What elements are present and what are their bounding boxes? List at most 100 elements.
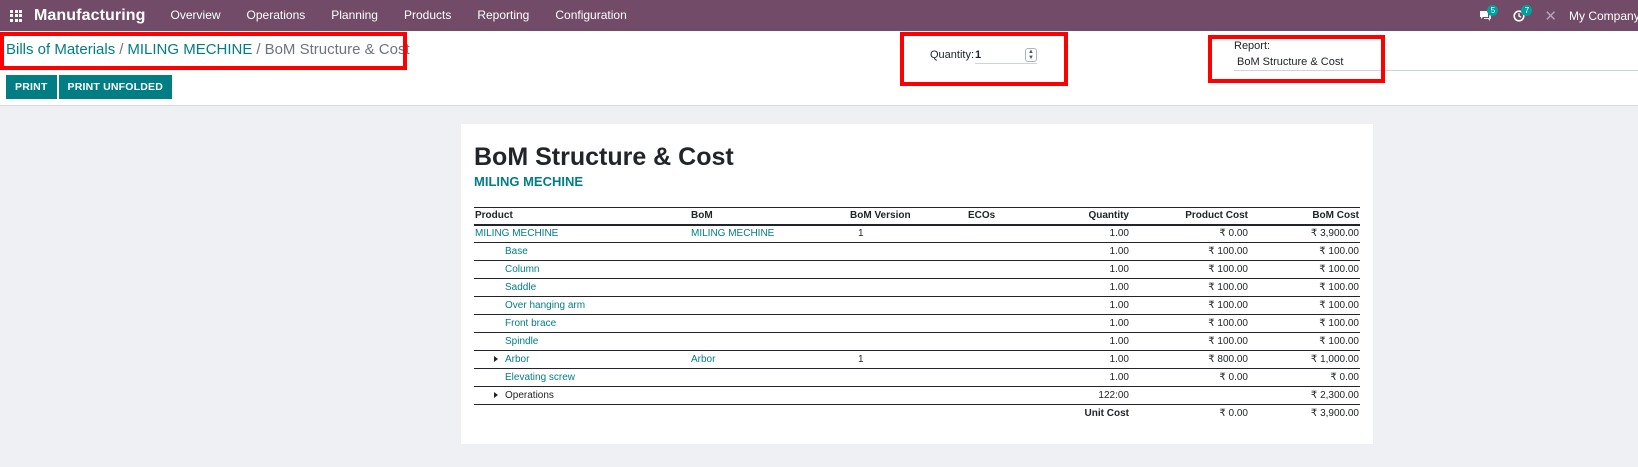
- cell-ecos: [967, 386, 1059, 405]
- cell-ecos: [967, 224, 1059, 243]
- col-product: Product: [474, 207, 690, 226]
- expand-caret-icon[interactable]: [494, 392, 498, 399]
- cell-version: [850, 332, 967, 351]
- print-button[interactable]: PRINT: [6, 75, 57, 99]
- table-row: Front brace 1.00 ₹ 100.00 ₹ 100.00: [474, 314, 1360, 333]
- highlight-box-report: [1208, 35, 1385, 83]
- cell-ecos: [967, 332, 1059, 351]
- cell-product-expandable: Arbor: [474, 350, 690, 369]
- cell-product-cost: ₹ 100.00: [1130, 296, 1249, 315]
- activities-clock-icon[interactable]: 7: [1510, 0, 1533, 31]
- menu-overview[interactable]: Overview: [158, 0, 234, 31]
- menu-configuration[interactable]: Configuration: [542, 0, 639, 31]
- cell-product[interactable]: MILING MECHINE: [474, 224, 690, 243]
- cell-bom: [690, 368, 850, 387]
- activities-badge: 7: [1521, 5, 1533, 16]
- control-panel: Bills of Materials / MILING MECHINE / BoM St…: [0, 31, 1638, 106]
- cell-ecos: [967, 314, 1059, 333]
- action-buttons: PRINT PRINT UNFOLDED: [6, 75, 173, 99]
- cell-product[interactable]: Front brace: [474, 314, 690, 333]
- app-brand[interactable]: Manufacturing: [34, 7, 146, 25]
- cell-bom: [690, 260, 850, 279]
- cell-ecos: [967, 278, 1059, 297]
- cell-bom: [690, 386, 850, 405]
- table-row: Operations 122:00 ₹ 2,300.00: [474, 386, 1360, 405]
- cell-bom: [690, 296, 850, 315]
- cell-version: [850, 368, 967, 387]
- cell-quantity: 1.00: [1059, 350, 1130, 369]
- table-row: Over hanging arm 1.00 ₹ 100.00 ₹ 100.00: [474, 296, 1360, 315]
- cell-bom-cost: ₹ 0.00: [1249, 368, 1360, 387]
- cell-version: [850, 314, 967, 333]
- col-bom-cost: BoM Cost: [1249, 207, 1360, 226]
- close-icon[interactable]: ✕: [1544, 7, 1557, 25]
- table-row: MILING MECHINE MILING MECHINE 1 1.00 ₹ 0…: [474, 224, 1360, 243]
- messages-icon[interactable]: 5: [1476, 0, 1499, 31]
- cell-bom-cost: ₹ 100.00: [1249, 296, 1360, 315]
- expand-caret-icon[interactable]: [494, 356, 498, 363]
- menu-reporting[interactable]: Reporting: [464, 0, 542, 31]
- cell-version: 1: [850, 350, 967, 369]
- cell-product-cost: ₹ 100.00: [1130, 278, 1249, 297]
- cell-bom-cost: ₹ 1,000.00: [1249, 350, 1360, 369]
- cell-version: 1: [850, 224, 967, 243]
- cell-product-cost: ₹ 100.00: [1130, 332, 1249, 351]
- messages-badge: 5: [1487, 5, 1499, 16]
- cell-version: [850, 296, 967, 315]
- cell-product[interactable]: Column: [474, 260, 690, 279]
- cell-quantity: 122:00: [1059, 386, 1130, 405]
- main-menu: Overview Operations Planning Products Re…: [158, 0, 640, 31]
- cell-ecos: [967, 242, 1059, 261]
- cell-bom-cost: ₹ 3,900.00: [1249, 224, 1360, 243]
- report-product-link[interactable]: MILING MECHINE: [474, 174, 583, 189]
- cell-product-cost: ₹ 100.00: [1130, 260, 1249, 279]
- cell-version: [850, 242, 967, 261]
- cell-product[interactable]: Elevating screw: [474, 368, 690, 387]
- table-row: Arbor Arbor 1 1.00 ₹ 800.00 ₹ 1,000.00: [474, 350, 1360, 369]
- apps-menu-icon[interactable]: [2, 0, 30, 31]
- table-header-row: Product BoM BoM Version ECOs Quantity Pr…: [474, 207, 1360, 226]
- navbar-systray: 5 7 ✕ My Company (S: [1476, 0, 1638, 31]
- cell-quantity: 1.00: [1059, 224, 1130, 243]
- cell-operations-label[interactable]: Operations: [505, 390, 554, 401]
- cell-quantity: 1.00: [1059, 260, 1130, 279]
- table-row: Spindle 1.00 ₹ 100.00 ₹ 100.00: [474, 332, 1360, 351]
- cell-version: [850, 260, 967, 279]
- cell-bom: [690, 314, 850, 333]
- cell-product[interactable]: Saddle: [474, 278, 690, 297]
- col-product-cost: Product Cost: [1130, 207, 1249, 226]
- bom-table: Product BoM BoM Version ECOs Quantity Pr…: [474, 207, 1360, 423]
- cell-bom-cost: ₹ 100.00: [1249, 314, 1360, 333]
- company-switcher[interactable]: My Company (S: [1569, 9, 1638, 23]
- unit-cost-product: ₹ 0.00: [1219, 408, 1248, 420]
- cell-product[interactable]: Over hanging arm: [474, 296, 690, 315]
- cell-product[interactable]: Base: [474, 242, 690, 261]
- col-ecos: ECOs: [967, 207, 1059, 226]
- table-total-row: Unit Cost ₹ 0.00 ₹ 3,900.00: [474, 405, 1360, 423]
- cell-version: [850, 278, 967, 297]
- menu-planning[interactable]: Planning: [318, 0, 391, 31]
- cell-product-cost: ₹ 100.00: [1130, 314, 1249, 333]
- menu-operations[interactable]: Operations: [234, 0, 319, 31]
- cell-version: [850, 386, 967, 405]
- cell-ecos: [967, 260, 1059, 279]
- highlight-box-breadcrumb: [0, 32, 407, 70]
- cell-product[interactable]: Spindle: [474, 332, 690, 351]
- table-row: Elevating screw 1.00 ₹ 0.00 ₹ 0.00: [474, 368, 1360, 387]
- cell-bom[interactable]: Arbor: [690, 350, 850, 369]
- print-unfolded-button[interactable]: PRINT UNFOLDED: [58, 75, 173, 99]
- cell-quantity: 1.00: [1059, 314, 1130, 333]
- table-row: Column 1.00 ₹ 100.00 ₹ 100.00: [474, 260, 1360, 279]
- cell-ecos: [967, 350, 1059, 369]
- cell-product-cost: ₹ 0.00: [1130, 368, 1249, 387]
- cell-bom-cost: ₹ 100.00: [1249, 278, 1360, 297]
- col-quantity: Quantity: [1059, 207, 1130, 226]
- cell-product-link[interactable]: Arbor: [505, 354, 529, 365]
- report-title: BoM Structure & Cost: [474, 143, 734, 171]
- cell-bom-cost: ₹ 2,300.00: [1249, 386, 1360, 405]
- unit-cost-bom: ₹ 3,900.00: [1310, 408, 1359, 420]
- menu-products[interactable]: Products: [391, 0, 464, 31]
- cell-quantity: 1.00: [1059, 332, 1130, 351]
- cell-bom[interactable]: MILING MECHINE: [690, 224, 850, 243]
- cell-ecos: [967, 296, 1059, 315]
